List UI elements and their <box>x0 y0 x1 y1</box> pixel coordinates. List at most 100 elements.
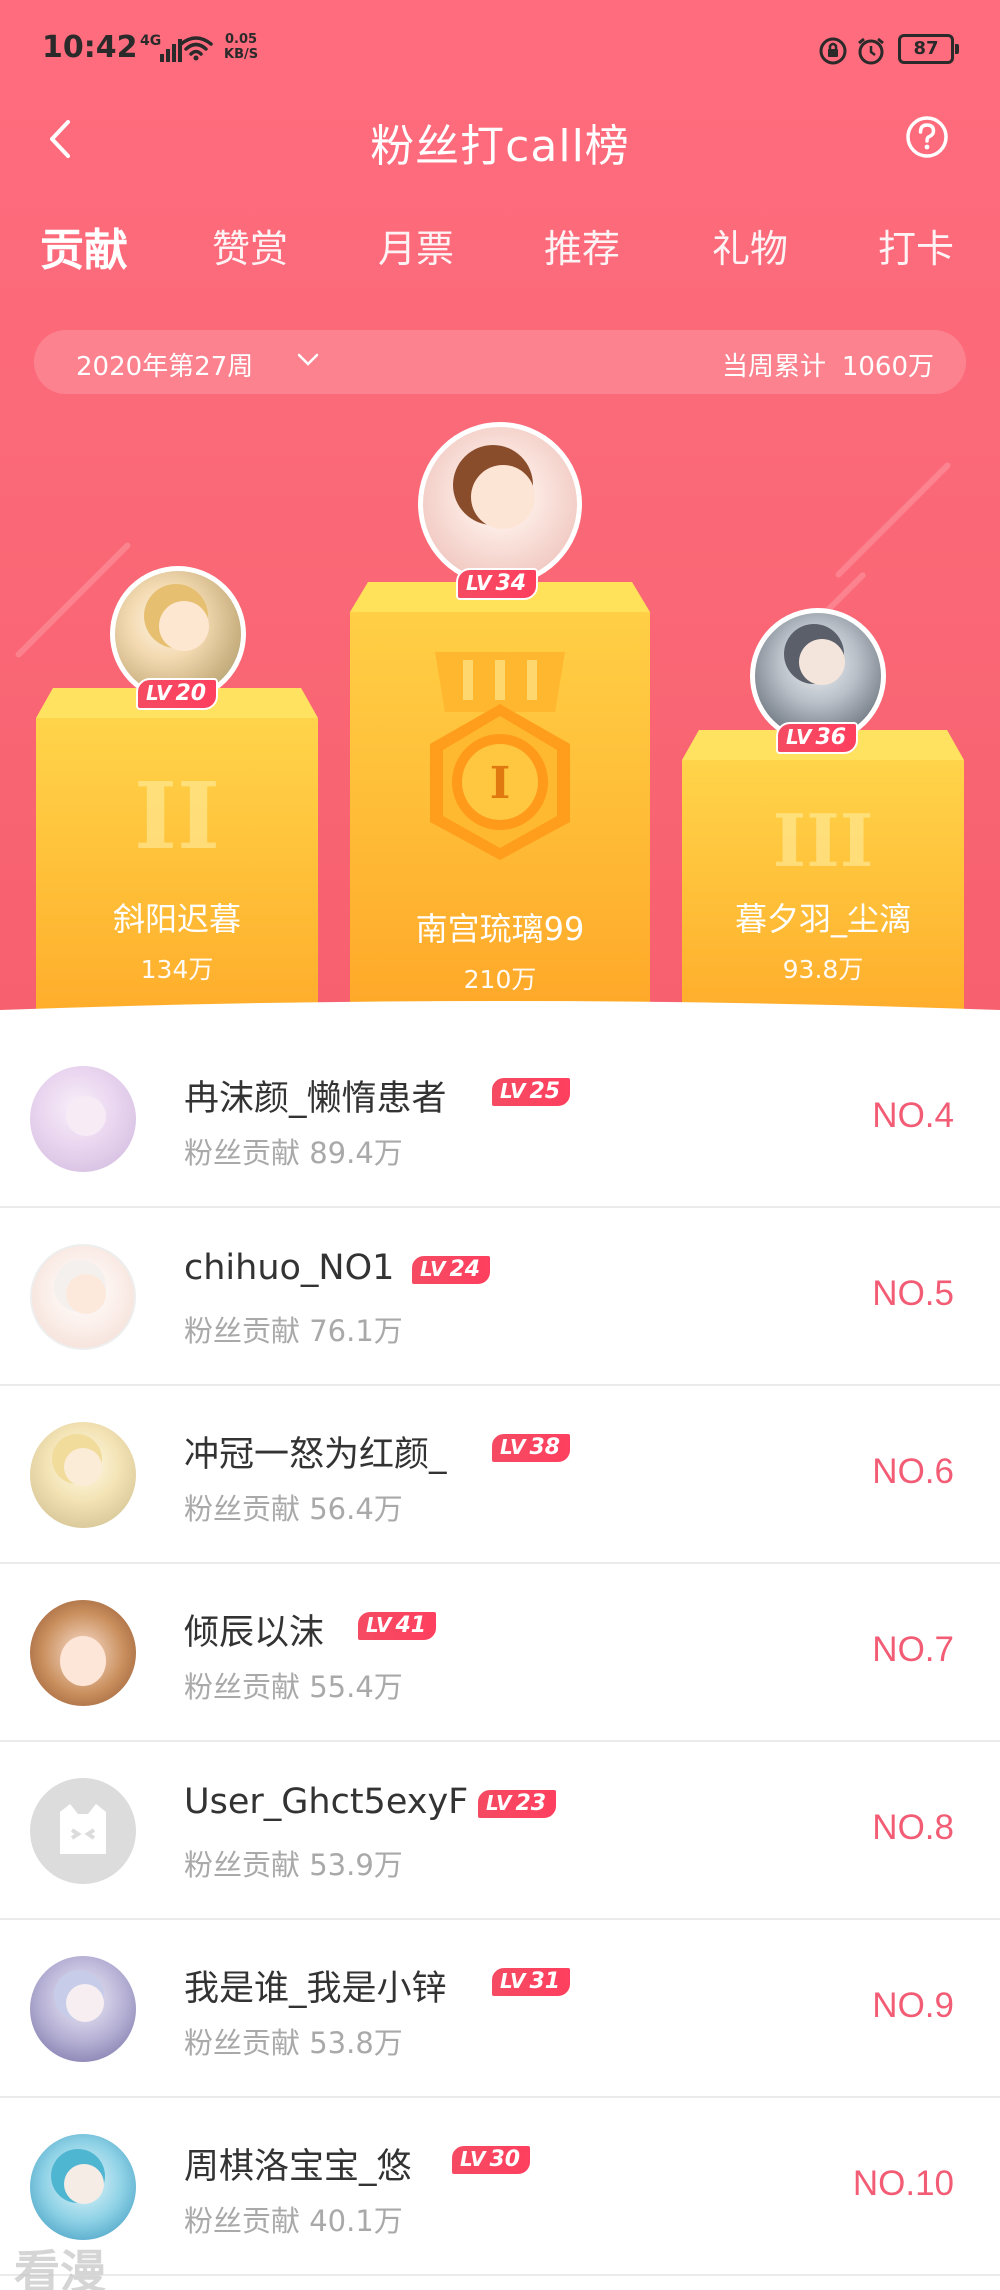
level-value: 36 <box>815 725 847 750</box>
level-prefix: LV <box>146 681 172 705</box>
avatar <box>30 1956 136 2062</box>
level-badge: LV 38 <box>490 1432 573 1464</box>
default-avatar-icon <box>30 1778 136 1884</box>
list-item[interactable]: 倾辰以沫 LV 41 粉丝贡献 55.4万 NO.7 <box>0 1564 1000 1742</box>
level-value: 24 <box>449 1257 481 1282</box>
network-speed: 0.05 KB/S <box>224 32 258 62</box>
list-item[interactable]: 冉沫颜_懒惰患者 LV 25 粉丝贡献 89.4万 NO.4 <box>0 1030 1000 1208</box>
wifi-icon <box>179 36 213 61</box>
week-label[interactable]: 2020年第27周 <box>76 346 253 383</box>
chevron-down-icon[interactable] <box>296 352 320 368</box>
avatar-face <box>471 465 535 529</box>
avatar-face <box>66 1274 106 1314</box>
contribution-value: 粉丝贡献 55.4万 <box>184 1670 403 1704</box>
rank-mark-second: II <box>133 762 221 870</box>
rank-number: NO.4 <box>872 1096 954 1135</box>
user-name: User_Ghct5exyF <box>184 1782 469 1822</box>
alarm-icon <box>858 37 884 65</box>
avatar-face <box>64 2164 104 2204</box>
contribution-value: 粉丝贡献 76.1万 <box>184 1314 403 1348</box>
gold-medal-icon: I <box>430 652 570 860</box>
user-name: 我是谁_我是小锌 <box>184 1969 447 2009</box>
tab-gift[interactable]: 礼物 <box>712 218 788 273</box>
level-prefix: LV <box>500 1969 526 1993</box>
contribution-value: 粉丝贡献 53.8万 <box>184 2026 403 2060</box>
level-badge: LV 20 <box>136 678 219 710</box>
rank-number: NO.5 <box>872 1274 954 1313</box>
level-badge: LV 24 <box>410 1254 493 1286</box>
list-item[interactable]: chihuo_NO1 LV 24 粉丝贡献 76.1万 NO.5 <box>0 1208 1000 1386</box>
list-item[interactable]: 冲冠一怒为红颜_ LV 38 粉丝贡献 56.4万 NO.6 <box>0 1386 1000 1564</box>
tab-contribution[interactable]: 贡献 <box>40 214 128 278</box>
level-value: 41 <box>395 1613 427 1638</box>
user-name: chihuo_NO1 <box>184 1248 395 1288</box>
avatar-face <box>799 639 845 685</box>
avatar-face <box>64 1448 102 1486</box>
rank-mark-first: I <box>490 758 511 809</box>
level-badge: LV 23 <box>476 1788 559 1820</box>
rank-number: NO.9 <box>872 1986 954 2025</box>
level-prefix: LV <box>466 571 492 595</box>
avatar-first[interactable] <box>418 422 582 586</box>
list-item[interactable]: 周棋洛宝宝_悠 LV 30 粉丝贡献 40.1万 NO.10 <box>0 2098 1000 2276</box>
status-time: 10:42 <box>42 30 138 65</box>
podium-second[interactable]: II 斜阳迟暮 134万 <box>36 688 318 1030</box>
weekly-total-value: 1060万 <box>841 352 934 382</box>
avatar-face <box>60 1636 106 1686</box>
avatar <box>30 1066 136 1172</box>
header-bottom-curve <box>0 1001 1000 1030</box>
level-prefix: LV <box>500 1079 526 1103</box>
user-name: 冲冠一怒为红颜_ <box>184 1435 447 1475</box>
user-name: 倾辰以沫 <box>184 1613 325 1653</box>
level-value: 31 <box>529 1969 561 1994</box>
level-value: 34 <box>495 571 527 596</box>
level-value: 25 <box>529 1079 561 1104</box>
speed-value: 0.05 <box>225 32 258 47</box>
question-circle-icon[interactable] <box>904 114 950 160</box>
battery-indicator: 87 <box>898 34 959 64</box>
tab-checkin[interactable]: 打卡 <box>878 218 954 273</box>
user-name: 周棋洛宝宝_悠 <box>184 2147 412 2187</box>
tab-monthly-ticket[interactable]: 月票 <box>378 218 454 273</box>
page-title: 粉丝打call榜 <box>370 121 630 172</box>
avatar <box>30 1422 136 1528</box>
ranking-header: 10:42 4G 0.05 KB/S 87 粉丝打call榜 贡献 赞赏 月票 … <box>0 0 1000 1030</box>
level-value: 23 <box>515 1791 547 1816</box>
rank-number: NO.6 <box>872 1452 954 1491</box>
level-badge: LV 41 <box>356 1610 439 1642</box>
tab-recommend[interactable]: 推荐 <box>544 218 620 273</box>
level-value: 38 <box>529 1435 561 1460</box>
tab-appreciation[interactable]: 赞赏 <box>212 218 288 273</box>
list-item[interactable]: 我是谁_我是小锌 LV 31 粉丝贡献 53.8万 NO.9 <box>0 1920 1000 2098</box>
decor-streak <box>834 461 952 579</box>
level-badge: LV 25 <box>490 1076 573 1108</box>
avatar-face <box>66 1096 106 1136</box>
rotation-lock-icon <box>819 37 847 65</box>
avatar <box>30 1244 136 1350</box>
level-prefix: LV <box>786 725 812 749</box>
rank-number: NO.7 <box>872 1630 954 1669</box>
level-value: 30 <box>489 2147 521 2172</box>
avatar-face <box>159 601 209 651</box>
avatar <box>30 2134 136 2240</box>
avatar-face <box>66 1984 104 2022</box>
level-prefix: LV <box>486 1791 512 1815</box>
default-avatar-icon <box>60 1804 106 1854</box>
list-item[interactable]: User_Ghct5exyF LV 23 粉丝贡献 53.9万 NO.8 <box>0 1742 1000 1920</box>
podium-first[interactable]: I 南宫琉璃99 210万 <box>350 582 650 1030</box>
week-selector[interactable]: 2020年第27周 当周累计 1060万 <box>34 330 966 394</box>
rank-number: NO.10 <box>852 2164 954 2203</box>
contribution-value: 粉丝贡献 89.4万 <box>184 1136 403 1170</box>
podium-first-name: 南宫琉璃99 <box>415 910 585 948</box>
speed-unit: KB/S <box>224 47 259 62</box>
level-prefix: LV <box>420 1257 446 1281</box>
level-prefix: LV <box>460 2147 486 2171</box>
watermark: 看漫 <box>14 2245 106 2290</box>
level-badge: LV 34 <box>456 568 539 600</box>
nav-bar: 粉丝打call榜 <box>0 100 1000 180</box>
podium-third[interactable]: III 暮夕羽_尘漓 93.8万 <box>682 730 964 1030</box>
level-value: 20 <box>175 681 207 706</box>
status-bar: 10:42 4G 0.05 KB/S 87 <box>0 0 1000 100</box>
podium-third-name: 暮夕羽_尘漓 <box>734 900 911 938</box>
weekly-total-label: 当周累计 <box>721 352 826 382</box>
